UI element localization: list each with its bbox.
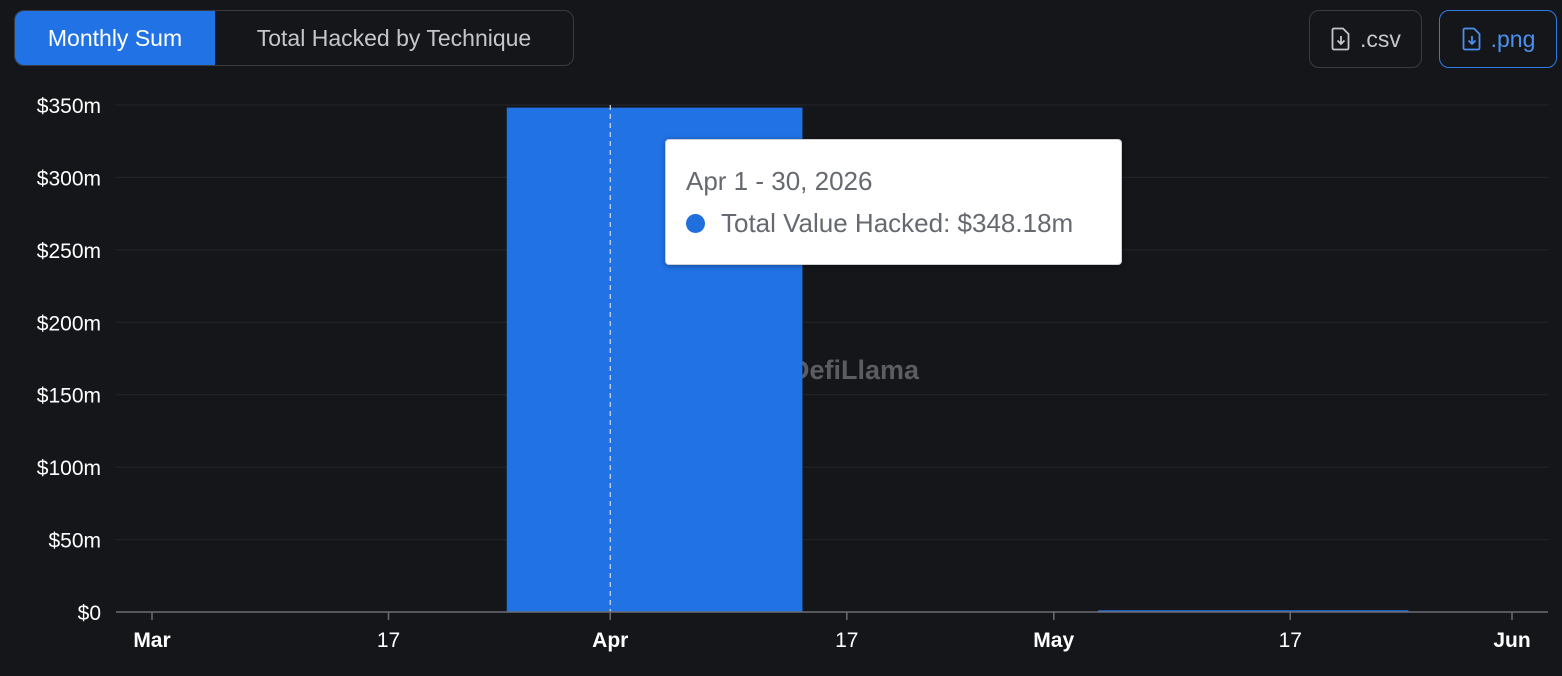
y-tick-label: $350m [37, 95, 101, 118]
tooltip-row: Total Value Hacked: $348.18m [686, 208, 1101, 238]
bar-chart: DefiLlama $0 $50m $100m $150m $200m $250m $300… [37, 95, 1548, 652]
y-tick-label: $250m [37, 240, 101, 263]
y-tick-label: $100m [37, 457, 101, 480]
y-tick-label: $0 [78, 602, 101, 625]
x-tick-label: May [1033, 629, 1074, 652]
x-tick-label: 17 [1279, 629, 1302, 652]
y-tick-label: $50m [48, 530, 101, 553]
x-tick-label: 17 [377, 629, 400, 652]
y-tick-label: $200m [37, 312, 101, 335]
y-tick-label: $300m [37, 167, 101, 190]
watermark: DefiLlama [790, 355, 920, 385]
x-tick-label: Mar [133, 629, 170, 652]
x-tick-label: Apr [592, 629, 628, 652]
tooltip-title: Apr 1 - 30, 2026 [686, 166, 873, 196]
x-tick-label: Jun [1493, 629, 1530, 652]
tooltip-value: Total Value Hacked: $348.18m [721, 208, 1074, 238]
series-dot-icon [686, 213, 705, 233]
x-tick-label: 17 [835, 629, 858, 652]
chart-tooltip: Apr 1 - 30, 2026 Total Value Hacked: $34… [665, 139, 1122, 265]
y-tick-label: $150m [37, 385, 101, 408]
